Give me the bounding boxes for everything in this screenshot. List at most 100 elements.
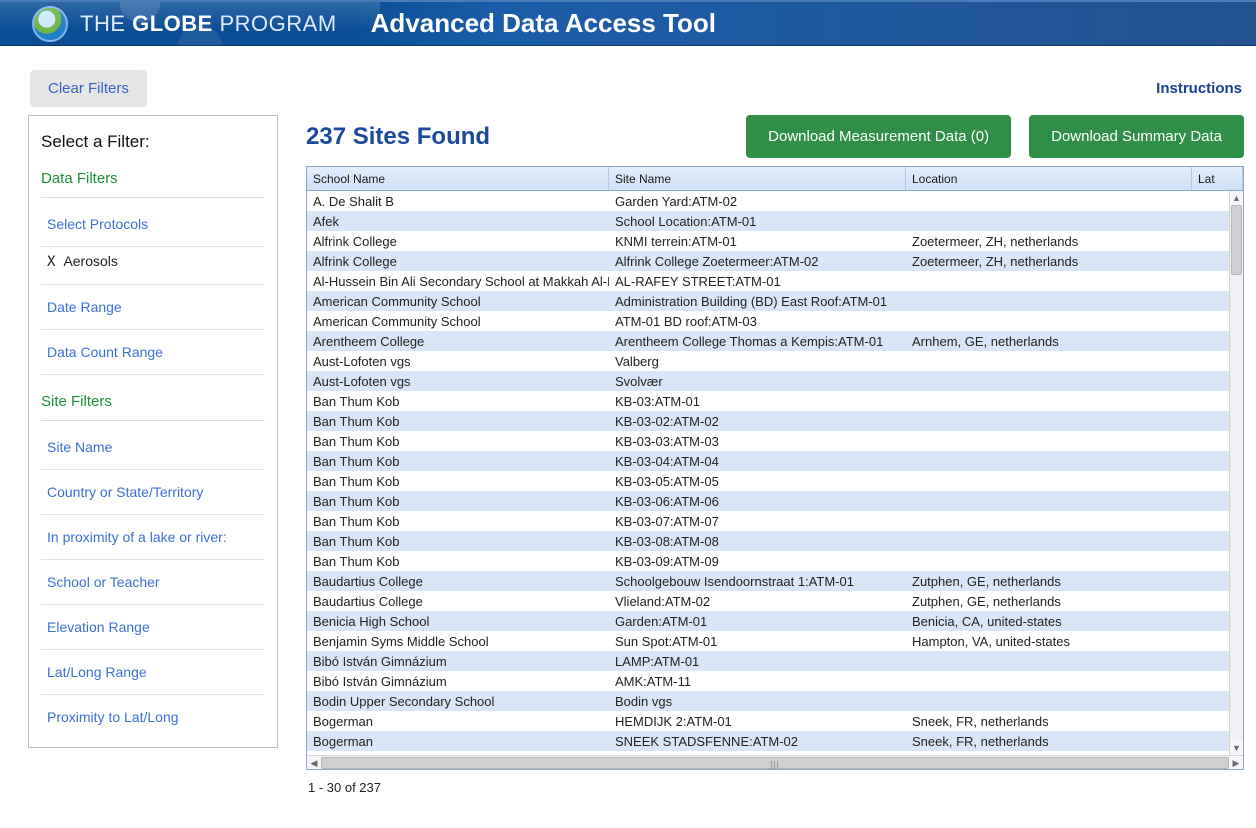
brand-the: THE <box>80 11 132 36</box>
filter-proximity-latlong[interactable]: Proximity to Lat/Long <box>41 695 265 739</box>
download-summary-button[interactable]: Download Summary Data <box>1029 115 1244 158</box>
table-row[interactable]: American Community SchoolATM-01 BD roof:… <box>307 311 1229 331</box>
cell-school: Alfrink College <box>307 254 609 269</box>
table-row[interactable]: Bibó István GimnáziumLAMP:ATM-01 <box>307 651 1229 671</box>
cell-location: Zutphen, GE, netherlands <box>906 594 1192 609</box>
brand-text: THE GLOBE PROGRAM <box>80 11 337 37</box>
cell-school: Bibó István Gimnázium <box>307 654 609 669</box>
cell-school: Baudartius College <box>307 594 609 609</box>
filter-select-protocols[interactable]: Select Protocols <box>41 202 265 247</box>
filter-proximity-water[interactable]: In proximity of a lake or river: <box>41 515 265 560</box>
filter-sidebar: Select a Filter: Data Filters Select Pro… <box>28 115 278 748</box>
table-row[interactable]: AfekSchool Location:ATM-01 <box>307 211 1229 231</box>
cell-school: Aust-Lofoten vgs <box>307 354 609 369</box>
toolbar-row: Clear Filters Instructions <box>0 46 1256 113</box>
cell-school: Benjamin Syms Middle School <box>307 634 609 649</box>
table-horizontal-scrollbar[interactable]: ◀ ▶ <box>307 755 1243 769</box>
table-row[interactable]: Baudartius CollegeVlieland:ATM-02Zutphen… <box>307 591 1229 611</box>
table-row[interactable]: Bibó István GimnáziumAMK:ATM-11 <box>307 671 1229 691</box>
cell-school: Bogerman <box>307 734 609 749</box>
table-row[interactable]: Ban Thum KobKB-03-07:ATM-07 <box>307 511 1229 531</box>
table-row[interactable]: Ban Thum KobKB-03-03:ATM-03 <box>307 431 1229 451</box>
cell-site: Bodin vgs <box>609 694 906 709</box>
cell-location: Zoetermeer, ZH, netherlands <box>906 254 1192 269</box>
scroll-up-icon[interactable]: ▲ <box>1230 191 1243 205</box>
table-row[interactable]: Ban Thum KobKB-03-02:ATM-02 <box>307 411 1229 431</box>
cell-school: Alfrink College <box>307 234 609 249</box>
applied-protocol: X Aerosols <box>41 247 265 285</box>
cell-location: Sneek, FR, netherlands <box>906 734 1192 749</box>
sidebar-heading: Select a Filter: <box>41 132 265 152</box>
table-row[interactable]: Bodin Upper Secondary SchoolBodin vgs <box>307 691 1229 711</box>
col-location[interactable]: Location <box>906 167 1192 190</box>
cell-site: KB-03-08:ATM-08 <box>609 534 906 549</box>
cell-location: Arnhem, GE, netherlands <box>906 334 1192 349</box>
table-row[interactable]: A. De Shalit BGarden Yard:ATM-02 <box>307 191 1229 211</box>
table-row[interactable]: BogermanHEMDIJK 2:ATM-01Sneek, FR, nethe… <box>307 711 1229 731</box>
cell-school: Ban Thum Kob <box>307 514 609 529</box>
cell-location: Zoetermeer, ZH, netherlands <box>906 234 1192 249</box>
filter-elevation-range[interactable]: Elevation Range <box>41 605 265 650</box>
filter-latlong-range[interactable]: Lat/Long Range <box>41 650 265 695</box>
cell-site: KB-03-09:ATM-09 <box>609 554 906 569</box>
remove-protocol-icon[interactable]: X <box>47 254 55 270</box>
cell-school: Ban Thum Kob <box>307 534 609 549</box>
cell-school: Bibó István Gimnázium <box>307 674 609 689</box>
scroll-right-icon[interactable]: ▶ <box>1229 756 1243 770</box>
table-row[interactable]: Ban Thum KobKB-03-08:ATM-08 <box>307 531 1229 551</box>
scroll-down-icon[interactable]: ▼ <box>1230 741 1243 755</box>
cell-site: Alfrink College Zoetermeer:ATM-02 <box>609 254 906 269</box>
cell-school: Bodin Upper Secondary School <box>307 694 609 709</box>
download-measurement-button[interactable]: Download Measurement Data (0) <box>746 115 1011 158</box>
cell-school: Al-Hussein Bin Ali Secondary School at M… <box>307 274 609 289</box>
table-row[interactable]: Ban Thum KobKB-03-09:ATM-09 <box>307 551 1229 571</box>
table-row[interactable]: Ban Thum KobKB-03-04:ATM-04 <box>307 451 1229 471</box>
table-row[interactable]: Ban Thum KobKB-03-05:ATM-05 <box>307 471 1229 491</box>
table-row[interactable]: Aust-Lofoten vgsValberg <box>307 351 1229 371</box>
filter-school-teacher[interactable]: School or Teacher <box>41 560 265 605</box>
applied-protocol-label: Aerosols <box>63 253 117 269</box>
table-row[interactable]: Baudartius CollegeSchoolgebouw Isendoorn… <box>307 571 1229 591</box>
cell-site: Schoolgebouw Isendoornstraat 1:ATM-01 <box>609 574 906 589</box>
cell-site: KB-03-05:ATM-05 <box>609 474 906 489</box>
table-row[interactable]: Benicia High SchoolGarden:ATM-01Benicia,… <box>307 611 1229 631</box>
table-row[interactable]: Benjamin Syms Middle SchoolSun Spot:ATM-… <box>307 631 1229 651</box>
table-row[interactable]: Al-Hussein Bin Ali Secondary School at M… <box>307 271 1229 291</box>
scroll-thumb-vertical[interactable] <box>1231 205 1242 275</box>
cell-site: AL-RAFEY STREET:ATM-01 <box>609 274 906 289</box>
table-row[interactable]: Alfrink CollegeAlfrink College Zoetermee… <box>307 251 1229 271</box>
filter-site-name[interactable]: Site Name <box>41 425 265 470</box>
filter-country[interactable]: Country or State/Territory <box>41 470 265 515</box>
clear-filters-button[interactable]: Clear Filters <box>30 70 147 107</box>
cell-site: KNMI terrein:ATM-01 <box>609 234 906 249</box>
cell-location: Zutphen, GE, netherlands <box>906 574 1192 589</box>
filter-data-count-range[interactable]: Data Count Range <box>41 330 265 375</box>
cell-site: Garden:ATM-01 <box>609 614 906 629</box>
cell-site: LAMP:ATM-01 <box>609 654 906 669</box>
cell-school: American Community School <box>307 294 609 309</box>
table-row[interactable]: BogermanSNEEK STADSFENNE:ATM-02Sneek, FR… <box>307 731 1229 751</box>
cell-site: Sun Spot:ATM-01 <box>609 634 906 649</box>
table-row[interactable]: Ban Thum KobKB-03-06:ATM-06 <box>307 491 1229 511</box>
scroll-left-icon[interactable]: ◀ <box>307 756 321 770</box>
cell-site: KB-03-04:ATM-04 <box>609 454 906 469</box>
table-vertical-scrollbar[interactable]: ▲ ▼ <box>1229 191 1243 755</box>
table-header-row: School Name Site Name Location Lat <box>307 167 1243 191</box>
table-row[interactable]: Alfrink CollegeKNMI terrein:ATM-01Zoeter… <box>307 231 1229 251</box>
table-row[interactable]: Ban Thum KobKB-03:ATM-01 <box>307 391 1229 411</box>
cell-school: Ban Thum Kob <box>307 414 609 429</box>
filter-date-range[interactable]: Date Range <box>41 285 265 330</box>
table-row[interactable]: Aust-Lofoten vgsSvolvær <box>307 371 1229 391</box>
table-row[interactable]: Arentheem CollegeArentheem College Thoma… <box>307 331 1229 351</box>
scroll-grip-icon <box>771 761 779 769</box>
col-latitude[interactable]: Lat <box>1192 167 1243 190</box>
scroll-thumb-horizontal[interactable] <box>321 757 1229 769</box>
instructions-link[interactable]: Instructions <box>1156 80 1242 97</box>
page-title: Advanced Data Access Tool <box>371 8 716 39</box>
brand-globe: GLOBE <box>132 11 219 36</box>
col-site-name[interactable]: Site Name <box>609 167 906 190</box>
cell-site: KB-03-07:ATM-07 <box>609 514 906 529</box>
cell-site: SNEEK STADSFENNE:ATM-02 <box>609 734 906 749</box>
col-school-name[interactable]: School Name <box>307 167 609 190</box>
table-row[interactable]: American Community SchoolAdministration … <box>307 291 1229 311</box>
